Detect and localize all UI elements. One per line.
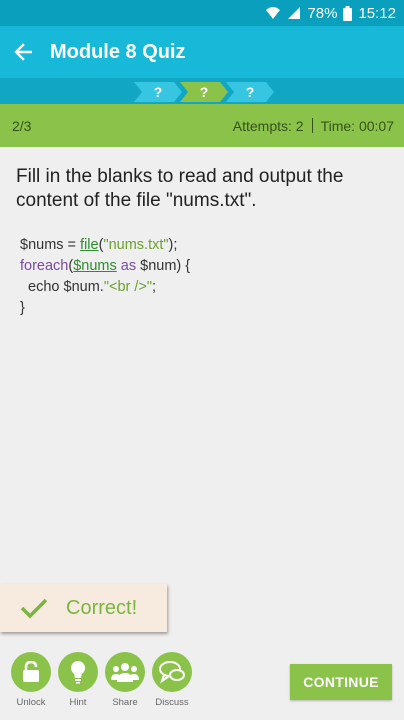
hint-button[interactable]: Hint [58,652,98,708]
progress-step-label: ? [153,84,163,100]
hint-label: Hint [69,697,87,708]
share-button[interactable]: Share [105,652,145,708]
share-label: Share [112,697,138,708]
clock: 15:12 [358,4,396,22]
lock-icon [11,652,51,692]
progress-step-3: ? [226,82,274,102]
lightbulb-icon [58,652,98,692]
discuss-label: Discuss [155,697,189,708]
battery-percent: 78% [307,4,338,22]
progress-step-1: ? [134,82,182,102]
people-icon [105,652,145,692]
quiz-info-bar: 2/3 Attempts: 2 Time: 00:07 [0,104,404,147]
code-line-1: $nums = file("nums.txt"); [20,237,178,253]
continue-button[interactable]: CONTINUE [290,664,392,700]
divider [311,118,313,133]
wifi-icon [265,6,281,20]
back-arrow-icon[interactable] [0,26,46,78]
checkmark-icon [20,597,48,619]
code-block: $nums = file("nums.txt"); foreach($nums … [20,235,380,319]
battery-icon [343,5,353,21]
status-bar: 78% 15:12 [0,0,404,26]
quiz-progress: ? ? ? [0,78,404,104]
code-line-3: echo $num."<br />"; [20,279,157,295]
unlock-label: Unlock [16,697,46,708]
result-label: Correct! [66,596,138,619]
code-line-2: foreach($nums as $num) { [20,258,191,274]
blank-answer: file [80,237,99,253]
discuss-button[interactable]: Discuss [152,652,192,708]
question-text: Fill in the blanks to read and output th… [16,166,344,211]
app-bar: Module 8 Quiz [0,26,404,78]
progress-step-label: ? [199,84,209,100]
question-position: 2/3 [12,117,32,134]
blank-answer: $nums [73,258,117,274]
code-line-4: } [20,300,25,316]
page-title: Module 8 Quiz [50,40,186,63]
attempts-count: Attempts: 2 [232,117,304,134]
progress-step-2: ? [180,82,228,102]
signal-icon [287,6,301,20]
progress-step-label: ? [245,84,255,100]
chat-icon [152,652,192,692]
result-toast: Correct! [0,584,167,632]
elapsed-time: Time: 00:07 [320,117,394,134]
unlock-button[interactable]: Unlock [11,652,51,708]
action-bar: Unlock Hint Share Discuss [11,652,192,708]
